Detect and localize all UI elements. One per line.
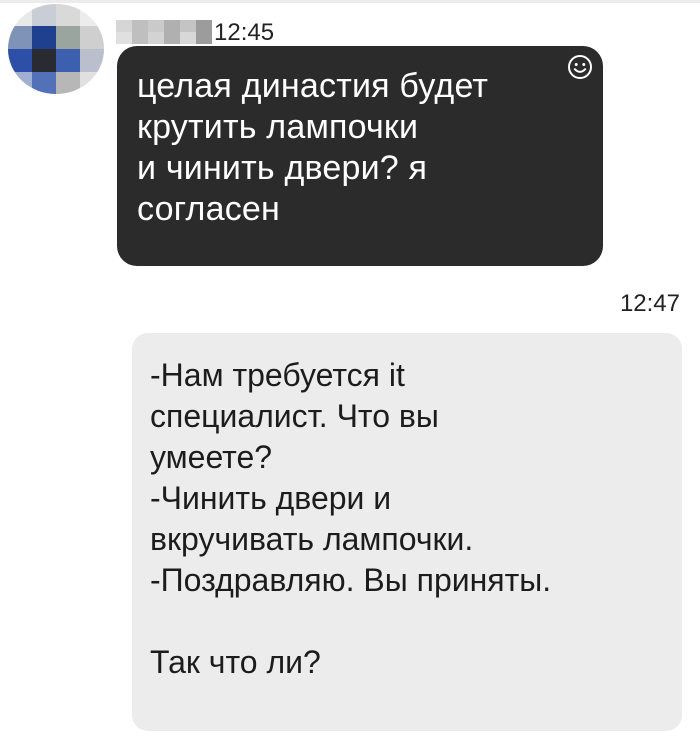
incoming-timestamp: 12:45 bbox=[214, 19, 275, 46]
outgoing-message-bubble[interactable]: -Нам требуется it специалист. Что вы уме… bbox=[132, 333, 682, 731]
avatar-pixelated-icon bbox=[8, 4, 104, 94]
top-divider bbox=[0, 0, 700, 3]
outgoing-timestamp: 12:47 bbox=[619, 290, 680, 317]
incoming-message-text: целая династия будет крутить лампочки и … bbox=[137, 67, 489, 228]
sender-name-censored bbox=[116, 20, 212, 44]
censored-name-icon bbox=[116, 20, 212, 44]
outgoing-message-text: -Нам требуется it специалист. Что вы уме… bbox=[150, 357, 552, 680]
chat-screen: 12:45 целая династия будет крутить лампо… bbox=[0, 0, 700, 739]
reaction-smiley-icon[interactable] bbox=[567, 54, 593, 80]
incoming-message-bubble[interactable]: целая династия будет крутить лампочки и … bbox=[117, 46, 603, 266]
sender-avatar[interactable] bbox=[8, 4, 104, 94]
